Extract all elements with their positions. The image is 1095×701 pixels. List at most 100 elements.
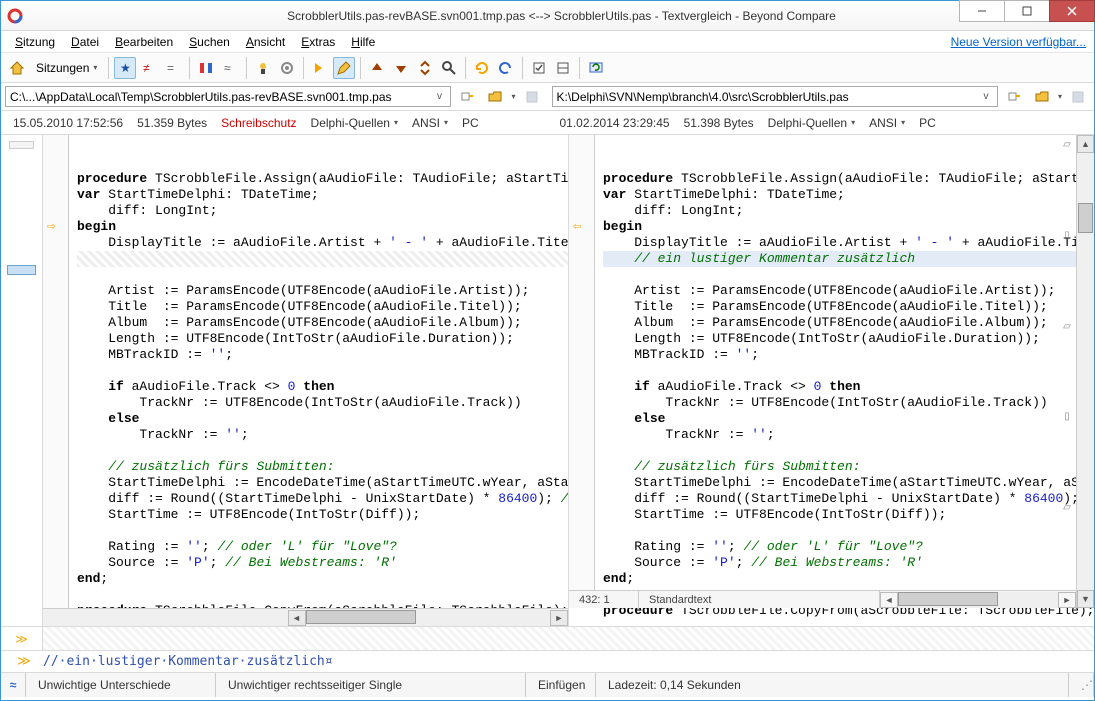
undo-icon[interactable] [495,57,517,79]
code-line[interactable]: // zusätzlich fürs Submitten: [77,459,568,475]
code-line[interactable]: begin [603,219,1094,235]
code-line[interactable]: procedure TScrobbleFile.Assign(aAudioFil… [77,171,568,187]
code-line[interactable] [77,443,568,459]
code-line[interactable]: Artist := ParamsEncode(UTF8Encode(aAudio… [77,283,568,299]
code-line[interactable]: procedure TScrobbleFile.CopyFrom(aScrobb… [77,603,568,608]
code-line[interactable]: Title := ParamsEncode(UTF8Encode(aAudioF… [77,299,568,315]
code-line[interactable]: Artist := ParamsEncode(UTF8Encode(aAudio… [603,283,1094,299]
code-line[interactable]: Album := ParamsEncode(UTF8Encode(aAudioF… [603,315,1094,331]
resize-grip-icon[interactable]: ⋰ [1069,673,1094,697]
code-line[interactable] [603,363,1094,379]
save-right-icon[interactable] [1067,86,1089,108]
code-line[interactable]: else [77,411,568,427]
code-line[interactable]: Rating := ''; // oder 'L' für "Love"? [603,539,1094,555]
code-line[interactable]: TrackNr := ''; [603,427,1094,443]
path-input-right[interactable]: K:\Delphi\SVN\Nemp\branch\4.0\src\Scrobb… [552,86,998,107]
left-lang-dropdown[interactable]: Delphi-Quellen▾ [311,116,398,130]
code-line[interactable]: DisplayTitle := aAudioFile.Artist + ' - … [603,235,1094,251]
menu-hilfe[interactable]: Hilfe [345,33,381,51]
code-line[interactable]: Length := UTF8Encode(IntToStr(aAudioFile… [77,331,568,347]
prev-diff-icon[interactable] [366,57,388,79]
code-line[interactable]: end; [603,571,1094,587]
open-right-icon[interactable] [1031,86,1053,108]
approx-icon[interactable]: ≈ [219,57,241,79]
right-enc-dropdown[interactable]: ANSI▾ [869,116,905,130]
code-right[interactable]: procedure TScrobbleFile.Assign(aAudioFil… [569,135,1094,626]
code-line[interactable]: StartTimeDelphi := EncodeDateTime(aStart… [603,475,1094,491]
code-line[interactable]: TrackNr := UTF8Encode(IntToStr(aAudioFil… [603,395,1094,411]
code-line[interactable]: var StartTimeDelphi: TDateTime; [77,187,568,203]
code-line[interactable]: Rating := ''; // oder 'L' für "Love"? [77,539,568,555]
code-line[interactable] [77,587,568,603]
code-line[interactable]: TrackNr := UTF8Encode(IntToStr(aAudioFil… [77,395,568,411]
menu-ansicht[interactable]: Ansicht [240,33,291,51]
menu-suchen[interactable]: Suchen [183,33,236,51]
sessions-dropdown[interactable]: Sitzungen▾ [29,58,104,78]
code-line[interactable]: diff: LongInt; [77,203,568,219]
path-dropdown-icon[interactable]: v [979,91,993,102]
menu-datei[interactable]: Datei [65,33,105,51]
code-line[interactable] [77,363,568,379]
code-line[interactable]: StartTime := UTF8Encode(IntToStr(Diff)); [77,507,568,523]
edit-icon[interactable] [333,57,355,79]
menu-extras[interactable]: Extras [295,33,341,51]
code-left[interactable]: procedure TScrobbleFile.Assign(aAudioFil… [43,135,568,608]
path-dropdown-icon[interactable]: v [432,91,446,102]
open-left-icon[interactable] [484,86,506,108]
code-line[interactable] [77,251,568,267]
format-icon[interactable] [276,57,298,79]
code-line[interactable]: Length := UTF8Encode(IntToStr(aAudioFile… [603,331,1094,347]
swap-icon[interactable] [414,57,436,79]
show-all-icon[interactable]: ★ [114,57,136,79]
minimize-button[interactable] [959,0,1005,22]
next-diff-icon[interactable] [390,57,412,79]
code-line[interactable]: if aAudioFile.Track <> 0 then [77,379,568,395]
code-line[interactable]: StartTimeDelphi := EncodeDateTime(aStart… [77,475,568,491]
code-line[interactable] [77,523,568,539]
code-line[interactable]: var StartTimeDelphi: TDateTime; [603,187,1094,203]
code-line[interactable]: MBTrackID := ''; [603,347,1094,363]
code-line[interactable] [603,523,1094,539]
show-diff-icon[interactable]: ≠ [138,57,160,79]
copy-right-icon[interactable] [309,57,331,79]
code-line[interactable] [77,267,568,283]
explore-right-icon[interactable] [1003,86,1025,108]
code-line[interactable]: Title := ParamsEncode(UTF8Encode(aAudioF… [603,299,1094,315]
update-link[interactable]: Neue Version verfügbar... [951,35,1086,49]
path-input-left[interactable]: C:\...\AppData\Local\Temp\ScrobblerUtils… [5,86,451,107]
close-button[interactable] [1049,0,1095,22]
code-line[interactable]: diff: LongInt; [603,203,1094,219]
show-ws-icon[interactable] [552,57,574,79]
code-line[interactable]: procedure TScrobbleFile.Assign(aAudioFil… [603,171,1094,187]
thumbnail-overview[interactable] [1,135,43,626]
vscroll-right[interactable]: ▲ ▼ [1076,135,1094,608]
code-line[interactable]: diff := Round((StartTimeDelphi - UnixSta… [77,491,568,507]
explore-left-icon[interactable] [456,86,478,108]
code-line[interactable]: StartTime := UTF8Encode(IntToStr(Diff)); [603,507,1094,523]
code-line[interactable]: MBTrackID := ''; [77,347,568,363]
left-enc-dropdown[interactable]: ANSI▾ [412,116,448,130]
code-line[interactable] [603,267,1094,283]
code-line[interactable]: Source := 'P'; // Bei Webstreams: 'R' [603,555,1094,571]
save-left-icon[interactable] [521,86,543,108]
code-line[interactable]: diff := Round((StartTimeDelphi - UnixSta… [603,491,1094,507]
maximize-button[interactable] [1004,0,1050,22]
menu-sitzung[interactable]: Sitzung [9,33,61,51]
menu-bearbeiten[interactable]: Bearbeiten [109,33,179,51]
hscroll-left[interactable]: ◄ ► [43,608,568,626]
code-line[interactable]: Album := ParamsEncode(UTF8Encode(aAudioF… [77,315,568,331]
find-icon[interactable] [438,57,460,79]
code-line[interactable]: begin [77,219,568,235]
right-lang-dropdown[interactable]: Delphi-Quellen▾ [768,116,855,130]
show-same-icon[interactable]: = [162,57,184,79]
refresh-icon[interactable] [585,57,607,79]
code-line[interactable]: DisplayTitle := aAudioFile.Artist + ' - … [77,235,568,251]
diff-context-icon[interactable] [195,57,217,79]
code-line[interactable]: TrackNr := ''; [77,427,568,443]
rules-icon[interactable] [252,57,274,79]
code-line[interactable]: Source := 'P'; // Bei Webstreams: 'R' [77,555,568,571]
code-line[interactable]: // ein lustiger Kommentar zusätzlich [603,251,1094,267]
reload-icon[interactable] [471,57,493,79]
code-line[interactable]: if aAudioFile.Track <> 0 then [603,379,1094,395]
code-line[interactable]: else [603,411,1094,427]
